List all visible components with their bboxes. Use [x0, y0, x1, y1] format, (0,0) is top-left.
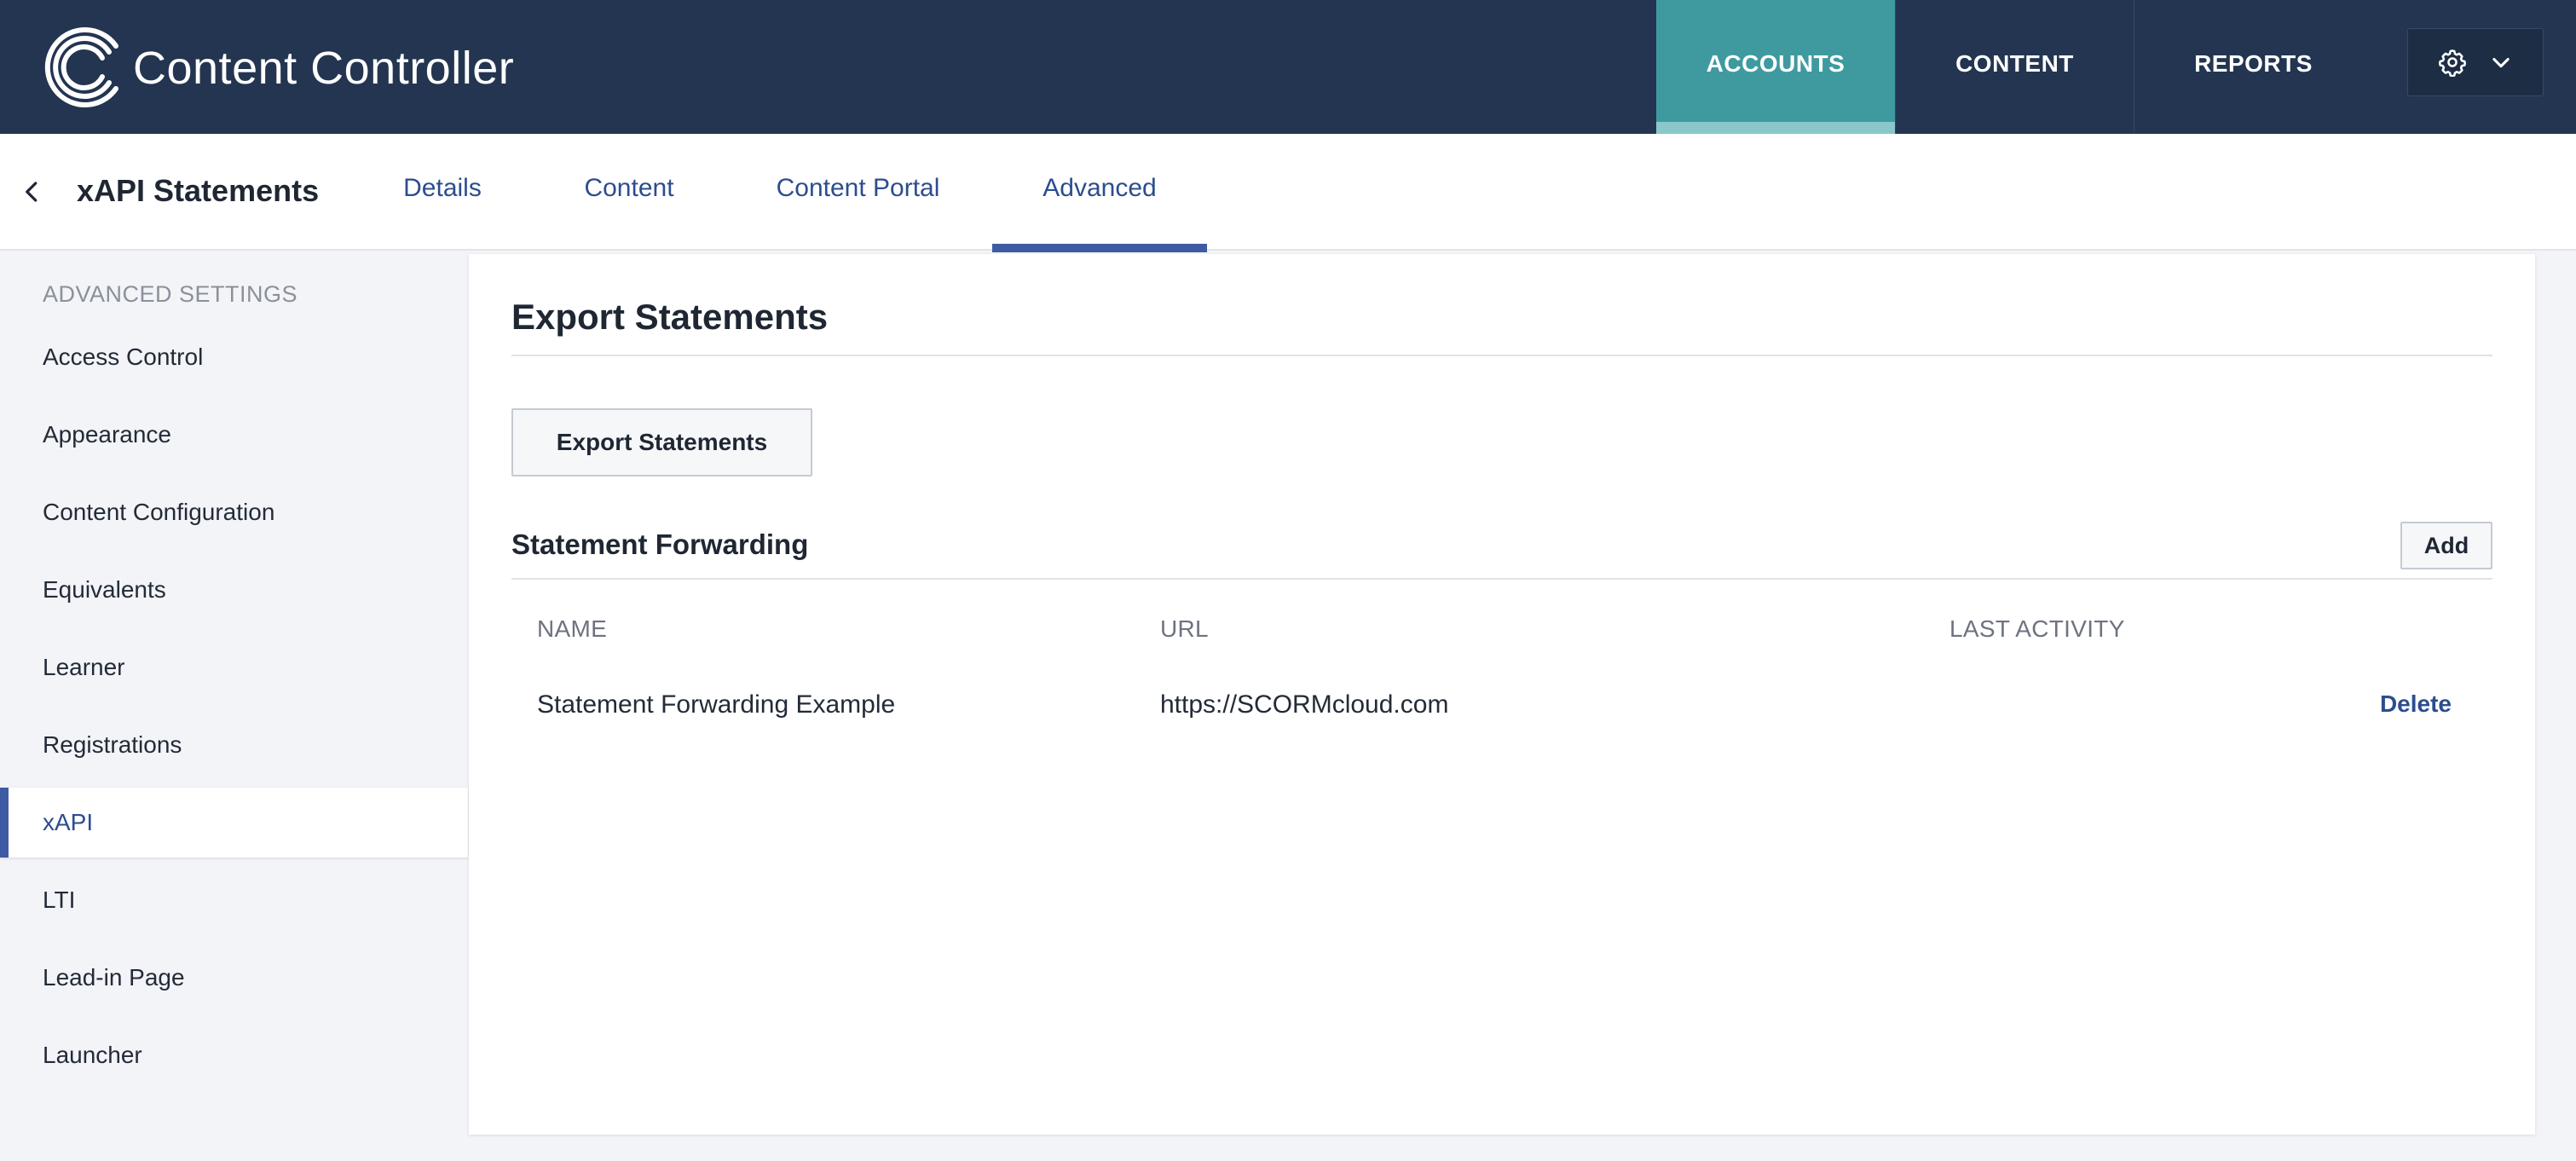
- sidebar-item-xapi[interactable]: xAPI: [0, 788, 468, 858]
- nav-tab-label: REPORTS: [2194, 49, 2313, 77]
- section-title: Export Statements: [511, 297, 829, 337]
- gear-icon: [2438, 49, 2467, 77]
- sidebar-item-access-control[interactable]: Access Control: [0, 322, 468, 392]
- nav-tab-label: CONTENT: [1955, 49, 2074, 77]
- statement-forwarding-title: Statement Forwarding: [511, 529, 809, 560]
- tab-details[interactable]: Details: [378, 134, 506, 251]
- back-button[interactable]: [15, 175, 49, 209]
- sidebar-item-label: LTI: [43, 887, 76, 913]
- sidebar-item-label: xAPI: [43, 809, 94, 835]
- column-header-url: URL: [1160, 615, 1209, 642]
- sidebar-item-equivalents[interactable]: Equivalents: [0, 555, 468, 625]
- chevron-down-icon: [2492, 57, 2510, 68]
- sidebar-heading: ADVANCED SETTINGS: [43, 281, 298, 307]
- sidebar-item-launcher[interactable]: Launcher: [0, 1020, 468, 1090]
- nav-tab-label: ACCOUNTS: [1706, 49, 1845, 77]
- top-navigation-bar: Content Controller ACCOUNTS CONTENT REPO…: [0, 0, 2576, 134]
- sidebar-item-label: Lead-in Page: [43, 964, 185, 991]
- sidebar-item-registrations[interactable]: Registrations: [0, 710, 468, 780]
- nav-tab-accounts[interactable]: ACCOUNTS: [1656, 0, 1895, 134]
- sidebar-item-label: Access Control: [43, 344, 204, 370]
- nav-tab-reports[interactable]: REPORTS: [2134, 0, 2372, 134]
- sidebar-item-label: Content Configuration: [43, 499, 275, 525]
- chevron-left-icon: [26, 182, 38, 202]
- sidebar-item-lead-in-page[interactable]: Lead-in Page: [0, 943, 468, 1013]
- tab-label: Content Portal: [776, 173, 940, 202]
- sidebar-item-label: Launcher: [43, 1042, 142, 1068]
- brand-name: Content Controller: [133, 43, 515, 94]
- forwarding-name: Statement Forwarding Example: [537, 690, 896, 719]
- nav-tab-content[interactable]: CONTENT: [1895, 0, 2134, 134]
- tab-content-portal[interactable]: Content Portal: [750, 134, 966, 251]
- sidebar-item-label: Learner: [43, 654, 125, 680]
- sidebar-item-label: Registrations: [43, 731, 182, 758]
- page-title: xAPI Statements: [77, 173, 320, 208]
- tab-label: Advanced: [1043, 173, 1157, 202]
- settings-menu-button[interactable]: [2407, 28, 2544, 96]
- delete-forwarding-link[interactable]: Delete: [2380, 690, 2452, 718]
- sidebar-item-label: Equivalents: [43, 576, 166, 603]
- sidebar-item-lti[interactable]: LTI: [0, 865, 468, 935]
- forwarding-url: https://SCORMcloud.com: [1160, 690, 1449, 719]
- sidebar-item-content-configuration[interactable]: Content Configuration: [0, 477, 468, 547]
- export-statements-button[interactable]: Export Statements: [511, 408, 812, 477]
- tab-label: Details: [403, 173, 482, 202]
- tab-advanced[interactable]: Advanced: [992, 134, 1207, 252]
- tab-label: Content: [584, 173, 674, 202]
- table-row: Statement Forwarding Example https://SCO…: [511, 672, 2492, 742]
- column-header-name: NAME: [537, 615, 608, 642]
- content-controller-logo-icon: [44, 27, 118, 107]
- divider: [511, 578, 2492, 580]
- advanced-settings-sidebar: ADVANCED SETTINGS Access Control Appeara…: [0, 252, 468, 1161]
- column-header-last-activity: LAST ACTIVITY: [1949, 615, 2125, 642]
- add-forwarding-button[interactable]: Add: [2400, 522, 2492, 569]
- xapi-settings-panel: Export Statements Export Statements Stat…: [469, 254, 2535, 1135]
- account-subheader: xAPI Statements Details Content Content …: [0, 134, 2576, 252]
- brand-logo[interactable]: Content Controller: [41, 22, 514, 113]
- divider: [511, 355, 2492, 356]
- sidebar-item-learner[interactable]: Learner: [0, 632, 468, 702]
- sidebar-item-appearance[interactable]: Appearance: [0, 400, 468, 470]
- sidebar-item-label: Appearance: [43, 421, 172, 448]
- tab-content[interactable]: Content: [559, 134, 699, 251]
